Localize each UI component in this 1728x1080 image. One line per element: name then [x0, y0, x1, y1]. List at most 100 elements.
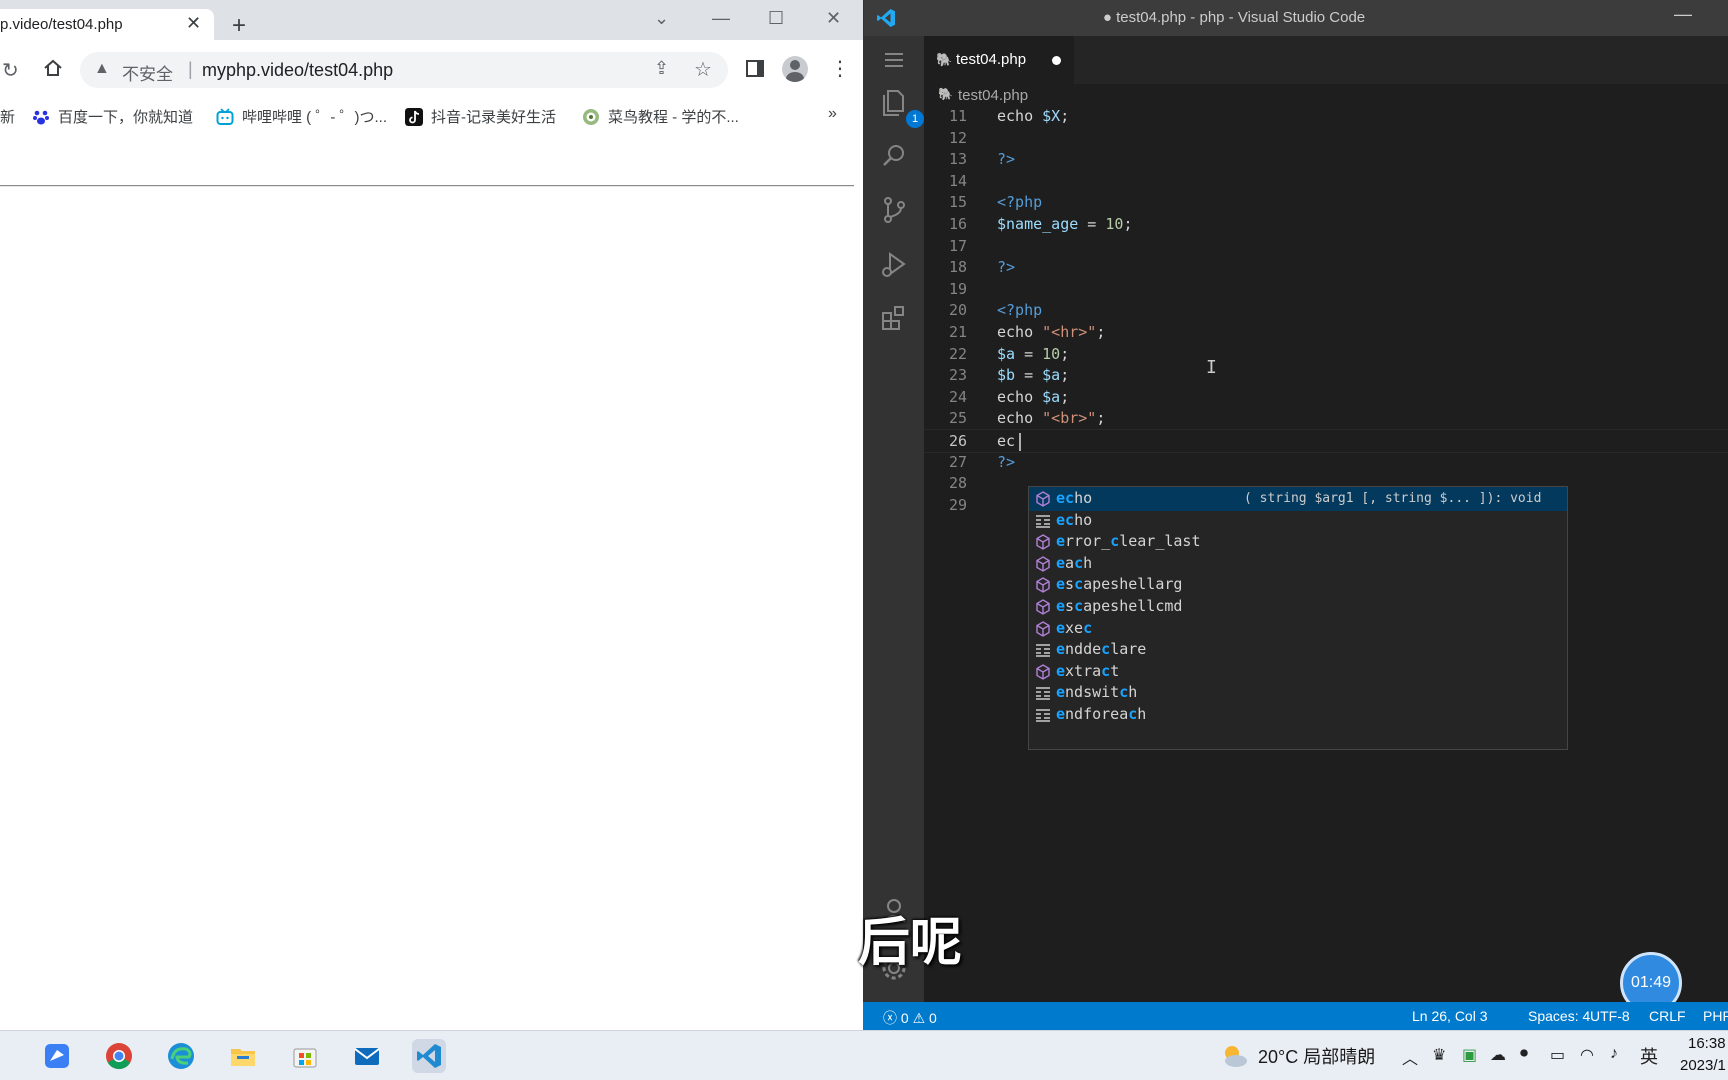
- unsaved-dot-icon[interactable]: [1052, 56, 1061, 65]
- new-tab-button[interactable]: +: [232, 14, 246, 38]
- code-line[interactable]: 23 $b = $a;: [924, 364, 1728, 388]
- snippet-icon: [1034, 641, 1052, 659]
- reload-icon[interactable]: ↻: [2, 58, 19, 83]
- tab-test04-php[interactable]: 🐘 test04.php: [924, 36, 1074, 84]
- suggestion-item[interactable]: echo: [1029, 509, 1567, 533]
- suggestion-item[interactable]: exec: [1029, 617, 1567, 641]
- suggestion-item[interactable]: endswitch: [1029, 681, 1567, 705]
- taskbar-store[interactable]: [288, 1039, 322, 1073]
- code-line[interactable]: 20 <?php: [924, 299, 1728, 323]
- volume-icon[interactable]: ♪: [1610, 1045, 1618, 1063]
- taskbar-chrome[interactable]: [102, 1039, 136, 1073]
- search-icon[interactable]: [876, 138, 912, 174]
- suggestion-widget[interactable]: echo ( string $arg1 [, string $... ]): vo…: [1028, 486, 1568, 750]
- source-control-icon[interactable]: [876, 192, 912, 228]
- bookmarks-overflow-icon[interactable]: »: [828, 105, 837, 123]
- suggestion-item[interactable]: extract: [1029, 660, 1567, 684]
- code-line[interactable]: 24 echo $a;: [924, 386, 1728, 410]
- bookmark-fragment[interactable]: 新: [0, 106, 15, 127]
- code-line[interactable]: 15 <?php: [924, 191, 1728, 215]
- minimize-icon[interactable]: —: [1674, 4, 1692, 25]
- code-line[interactable]: 11 echo $X;: [924, 105, 1728, 129]
- bookmark-bilibili[interactable]: 哔哩哔哩 ( ゜- ゜)つ...: [216, 106, 387, 127]
- code-line[interactable]: 13 ?>: [924, 148, 1728, 172]
- share-icon[interactable]: ⇪: [654, 58, 669, 79]
- more-menu-icon[interactable]: ⋮: [830, 56, 850, 81]
- suggestion-item[interactable]: escapeshellarg: [1029, 573, 1567, 597]
- url-text[interactable]: myphp.video/test04.php: [202, 60, 393, 81]
- ime-indicator[interactable]: 英: [1640, 1043, 1658, 1069]
- suggestion-item[interactable]: escapeshellcmd: [1029, 595, 1567, 619]
- profile-avatar-icon[interactable]: [782, 56, 808, 82]
- warning-icon[interactable]: ▲: [94, 60, 110, 78]
- clock-time[interactable]: 16:38: [1688, 1035, 1726, 1052]
- code-line[interactable]: 18 ?>: [924, 256, 1728, 280]
- tab-search-icon[interactable]: ⌄: [654, 8, 669, 29]
- cursor-position[interactable]: Ln 26, Col 3: [1412, 1008, 1488, 1024]
- close-window-icon[interactable]: ✕: [826, 8, 841, 29]
- suggestion-item[interactable]: endforeach: [1029, 703, 1567, 727]
- menu-icon[interactable]: [876, 42, 912, 78]
- activity-bar: 1: [864, 36, 924, 1002]
- code-line[interactable]: 22 $a = 10;: [924, 343, 1728, 367]
- line-ending[interactable]: CRLF: [1649, 1008, 1686, 1024]
- onedrive-cloud-icon[interactable]: ☁: [1490, 1045, 1506, 1065]
- code-line[interactable]: 27 ?>: [924, 451, 1728, 475]
- run-debug-icon[interactable]: [876, 246, 912, 282]
- close-tab-icon[interactable]: ✕: [186, 13, 201, 34]
- maximize-icon[interactable]: ☐: [768, 8, 784, 29]
- wechat-work-icon[interactable]: ▣: [1462, 1045, 1477, 1065]
- taskbar-mail[interactable]: [350, 1039, 384, 1073]
- code-line[interactable]: 25 echo "<br>";: [924, 407, 1728, 431]
- insecure-label[interactable]: 不安全: [122, 60, 173, 85]
- side-panel-icon[interactable]: [746, 60, 764, 77]
- suggestion-item[interactable]: echo ( string $arg1 [, string $... ]): vo…: [1029, 487, 1567, 511]
- extensions-icon[interactable]: [876, 300, 912, 336]
- line-number: 22: [948, 344, 967, 363]
- microphone-icon[interactable]: ⏺: [1520, 1045, 1528, 1063]
- video-subtitle: 后呢: [858, 913, 963, 973]
- explorer-button[interactable]: 1: [876, 84, 924, 128]
- line-number: 29: [948, 495, 967, 514]
- suggestion-item[interactable]: error_clear_last: [1029, 530, 1567, 554]
- taskbar-file-explorer[interactable]: [226, 1039, 260, 1073]
- code-line[interactable]: 16 $name_age = 10;: [924, 213, 1728, 237]
- code-line[interactable]: 21 echo "<hr>";: [924, 321, 1728, 345]
- breadcrumb-file[interactable]: test04.php: [958, 87, 1028, 104]
- address-bar[interactable]: ▲ 不安全 | myphp.video/test04.php ⇪ ☆: [80, 52, 728, 88]
- error-icon: ⓧ: [883, 1010, 897, 1026]
- code-line[interactable]: 17: [924, 235, 1728, 259]
- taskbar-edge[interactable]: [164, 1039, 198, 1073]
- code-line[interactable]: 14: [924, 170, 1728, 194]
- weather-widget[interactable]: 20°C 局部晴朗: [1258, 1043, 1375, 1069]
- language-mode[interactable]: PHP: [1703, 1008, 1728, 1024]
- bookmark-douyin[interactable]: 抖音-记录美好生活: [405, 106, 556, 127]
- suggestion-item[interactable]: enddeclare: [1029, 638, 1567, 662]
- indentation[interactable]: Spaces: 4: [1528, 1008, 1590, 1024]
- vscode-icon: [417, 1044, 441, 1068]
- problems-indicator[interactable]: ⓧ 0 ⚠ 0: [883, 1008, 937, 1028]
- clock-date[interactable]: 2023/1: [1680, 1057, 1726, 1074]
- line-number: 27: [948, 452, 967, 471]
- qq-penguin-icon[interactable]: ♛: [1432, 1045, 1446, 1065]
- taskbar-feishu[interactable]: [40, 1039, 74, 1073]
- browser-tab[interactable]: p.video/test04.php ✕: [0, 9, 214, 40]
- suggestion-label: echo: [1056, 510, 1093, 529]
- minimize-icon[interactable]: —: [712, 8, 730, 29]
- suggestion-item[interactable]: each: [1029, 552, 1567, 576]
- bookmark-baidu[interactable]: 百度一下，你就知道: [32, 106, 193, 127]
- taskbar-vscode[interactable]: [412, 1039, 446, 1073]
- tray-overflow-chevron-icon[interactable]: ︿: [1402, 1045, 1418, 1069]
- bookmark-star-icon[interactable]: ☆: [694, 57, 712, 82]
- bookmark-runoob[interactable]: 菜鸟教程 - 学的不...: [582, 106, 739, 127]
- wifi-icon[interactable]: ◠: [1580, 1045, 1594, 1065]
- code-line[interactable]: 12: [924, 127, 1728, 151]
- code-line[interactable]: 19: [924, 278, 1728, 302]
- error-count: 0: [900, 1010, 909, 1026]
- home-icon[interactable]: [42, 57, 64, 79]
- code-line[interactable]: 26 ec: [924, 429, 1728, 453]
- method-cube-icon: [1034, 490, 1052, 508]
- tab-strip: p.video/test04.php ✕ + ⌄ — ☐ ✕: [0, 0, 863, 40]
- encoding[interactable]: UTF-8: [1590, 1008, 1630, 1024]
- battery-icon[interactable]: ▭: [1550, 1045, 1565, 1065]
